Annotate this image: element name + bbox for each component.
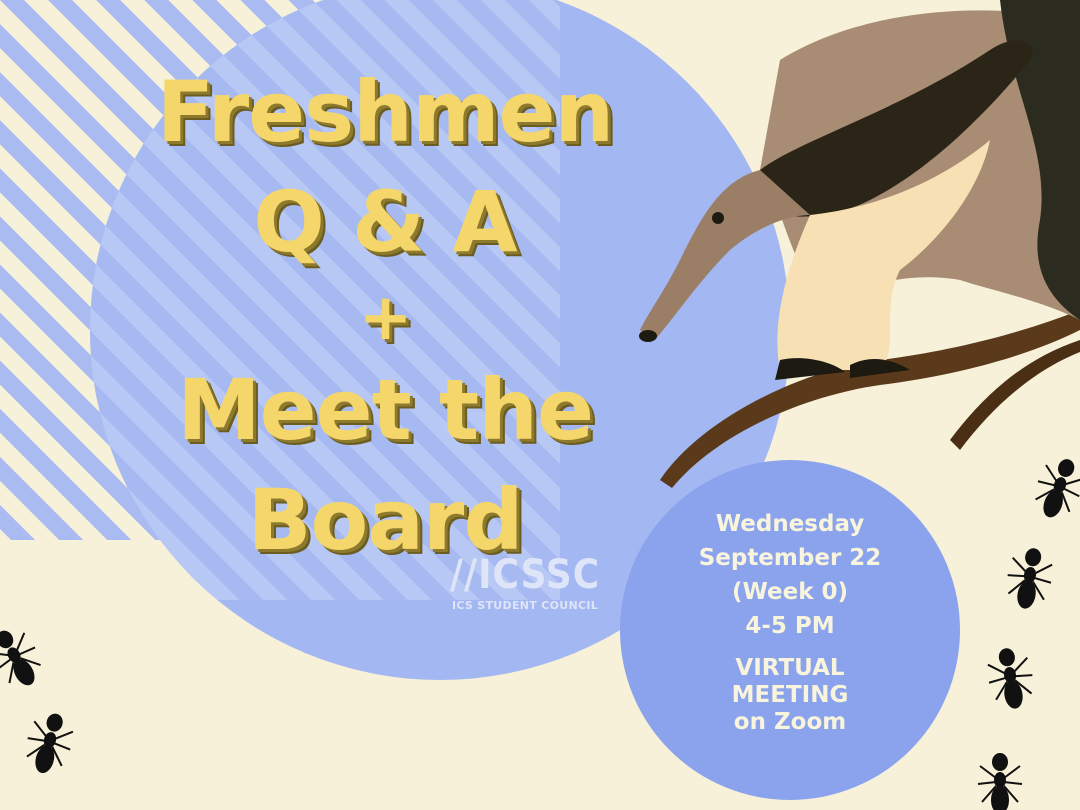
ant-icon xyxy=(987,648,1033,709)
title-line-4: Meet the xyxy=(177,361,594,459)
logo-mark: //ICSSC xyxy=(449,552,601,598)
ant-icon xyxy=(977,753,1023,810)
event-week: (Week 0) xyxy=(731,579,849,605)
ant-icon xyxy=(1035,459,1080,518)
logo-subtitle: ICS STUDENT COUNCIL xyxy=(451,599,599,612)
event-details: Wednesday September 22 (Week 0) 4-5 PM V… xyxy=(622,507,958,736)
event-date: September 22 xyxy=(698,545,882,571)
event-time: 4-5 PM xyxy=(745,613,835,639)
event-day: Wednesday xyxy=(715,511,865,537)
event-location-line3: on Zoom xyxy=(733,709,847,735)
title-line-2: Q & A xyxy=(253,173,517,271)
title-line-1: Freshmen xyxy=(156,63,615,161)
event-poster: Freshmen Q & A + Meet the Board //ICSSC … xyxy=(0,0,1080,810)
ant-icon xyxy=(1007,548,1053,609)
icssc-logo: //ICSSC ICS STUDENT COUNCIL xyxy=(445,555,605,612)
title-line-3: + xyxy=(358,281,413,355)
event-location-line1: VIRTUAL xyxy=(735,655,845,681)
poster-title: Freshmen Q & A + Meet the Board xyxy=(40,70,730,562)
event-location-line2: MEETING xyxy=(731,682,849,708)
